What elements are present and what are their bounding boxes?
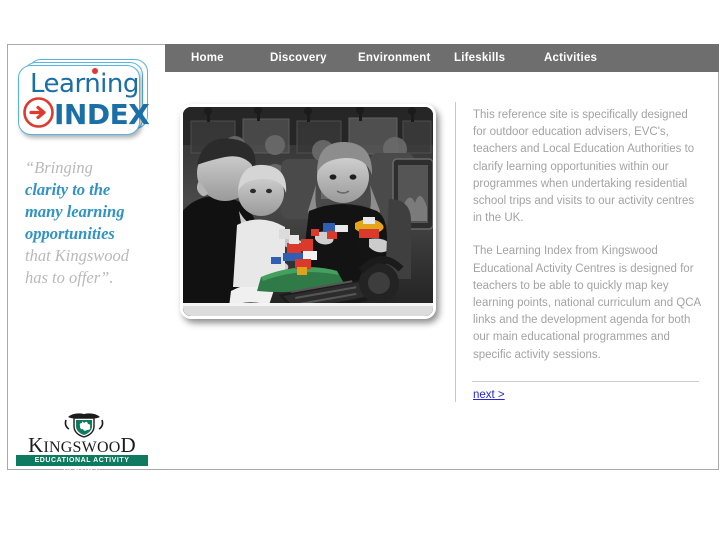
nav-item-lifeskills[interactable]: Lifeskills [454, 44, 505, 72]
hero-photo-artwork [183, 107, 433, 316]
intro-paragraph-1: This reference site is specifically desi… [473, 109, 695, 225]
page-top-border [7, 44, 166, 45]
pull-quote: “Bringing clarity to the many learning o… [25, 157, 165, 289]
hero-photo [180, 104, 436, 319]
learning-index-logo[interactable]: Learning INDEX [18, 59, 150, 137]
kingswood-logo[interactable]: KINGSWOOD EDUCATIONAL ACTIVITY CENTRES [16, 412, 148, 475]
kingswood-name-d: D [120, 433, 136, 457]
column-divider [455, 102, 456, 402]
arrow-right-circle-icon [23, 97, 54, 128]
intro-copy: This reference site is specifically desi… [473, 107, 701, 380]
kingswood-name-k: K [28, 433, 44, 457]
nav-item-discovery[interactable]: Discovery [270, 44, 327, 72]
kingswood-strapline: EDUCATIONAL ACTIVITY CENTRES [16, 455, 148, 475]
logo-word-learning: Learning [30, 69, 139, 99]
intro-paragraph-2: The Learning Index from Kingswood Educat… [473, 245, 701, 361]
main-navigation: Home Discovery Environment Lifeskills Ac… [165, 44, 719, 72]
next-link[interactable]: next > [473, 389, 505, 401]
horizontal-rule [472, 381, 699, 382]
quote-line-2: clarity to the [25, 180, 111, 199]
quote-line-6: has to offer”. [25, 268, 114, 287]
nav-list: Home Discovery Environment Lifeskills Ac… [165, 44, 719, 72]
logo-word-index: INDEX [54, 98, 150, 131]
nav-item-environment[interactable]: Environment [358, 44, 431, 72]
logo-dot-accent [92, 68, 98, 74]
quote-line-3: many learning [25, 202, 125, 221]
quote-line-1: “Bringing [25, 158, 93, 177]
nav-item-activities[interactable]: Activities [544, 44, 597, 72]
nav-item-home[interactable]: Home [191, 44, 224, 72]
quote-line-5: that Kingswood [25, 246, 130, 265]
kingswood-name-rest: INGSWOO [43, 439, 121, 456]
quote-line-4: opportunities [25, 224, 115, 243]
